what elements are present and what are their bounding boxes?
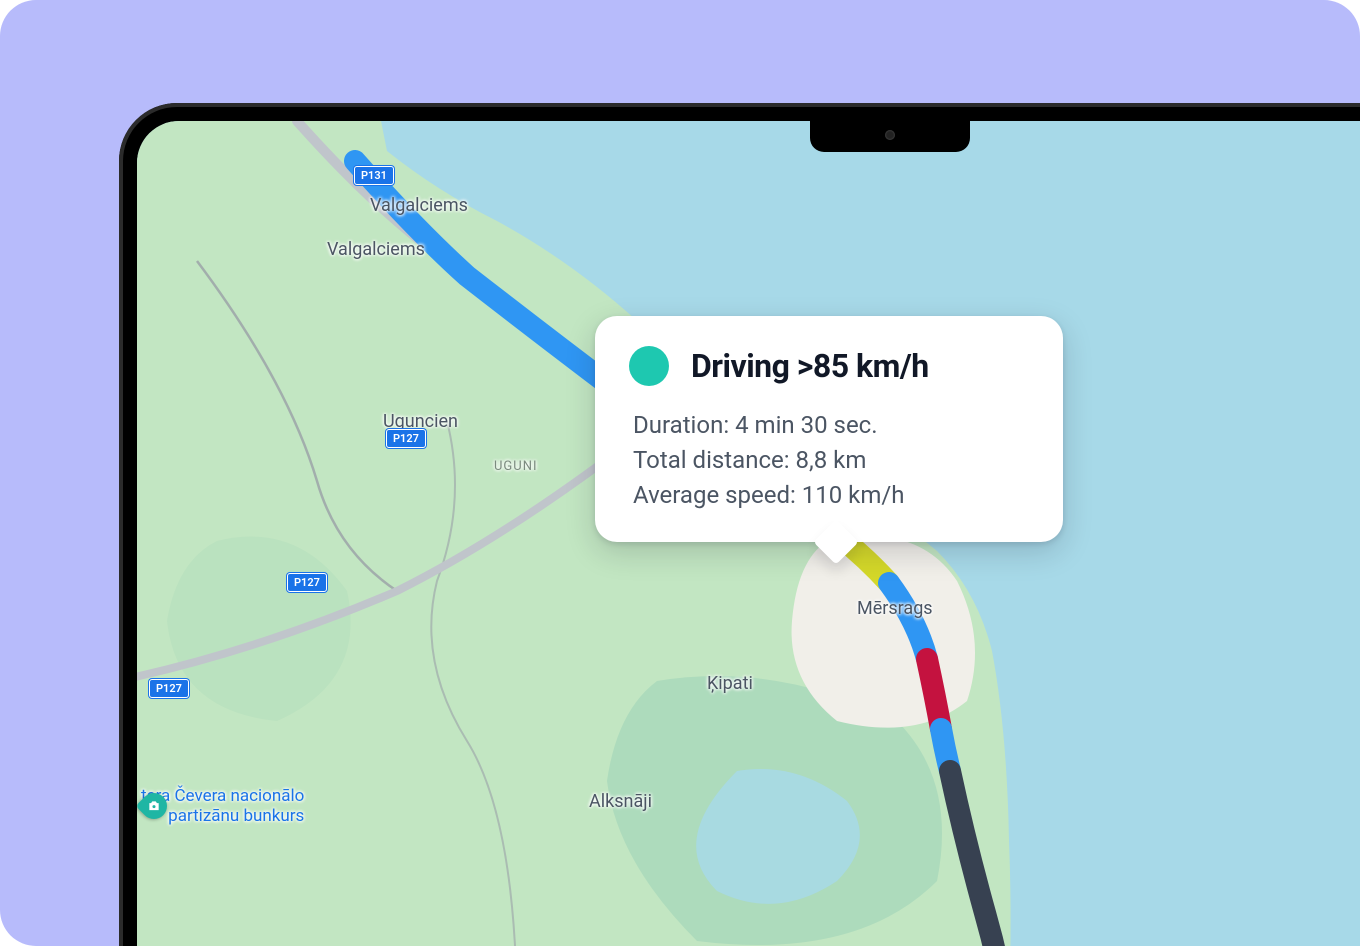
road-badge-p127-a: P127	[386, 429, 426, 448]
label-valgalciems-top: Valgalciems	[370, 195, 468, 216]
label-uguni-area: UGUNI	[494, 459, 538, 474]
tooltip-speed: Average speed: 110 km/h	[633, 478, 1029, 513]
tooltip-duration: Duration: 4 min 30 sec.	[633, 408, 1029, 443]
laptop-frame: Valgalciems Valgalciems Uguņcien UGUNI Ķ…	[119, 103, 1360, 946]
label-valgalciems: Valgalciems	[327, 239, 425, 260]
tooltip-distance: Total distance: 8,8 km	[633, 443, 1029, 478]
poi-bunkurs[interactable]: tera Čevera nacionālo partizānu bunkurs	[141, 786, 304, 827]
label-kipati: Ķipati	[707, 673, 753, 694]
road-badge-p127-b: P127	[287, 573, 327, 592]
stage: Valgalciems Valgalciems Uguņcien UGUNI Ķ…	[0, 0, 1360, 946]
tooltip-body: Duration: 4 min 30 sec. Total distance: …	[629, 408, 1029, 512]
laptop-notch	[810, 118, 970, 152]
speed-tooltip: Driving >85 km/h Duration: 4 min 30 sec.…	[595, 316, 1063, 542]
tooltip-title: Driving >85 km/h	[691, 347, 929, 385]
tooltip-header: Driving >85 km/h	[629, 346, 1029, 386]
road-badge-p127-c: P127	[149, 679, 189, 698]
label-mersrags: Mērsrags	[857, 598, 933, 619]
map-screen[interactable]: Valgalciems Valgalciems Uguņcien UGUNI Ķ…	[137, 121, 1360, 946]
speed-category-dot-icon	[629, 346, 669, 386]
label-alksnaji: Alksnāji	[589, 791, 652, 812]
road-badge-p131: P131	[354, 166, 394, 185]
